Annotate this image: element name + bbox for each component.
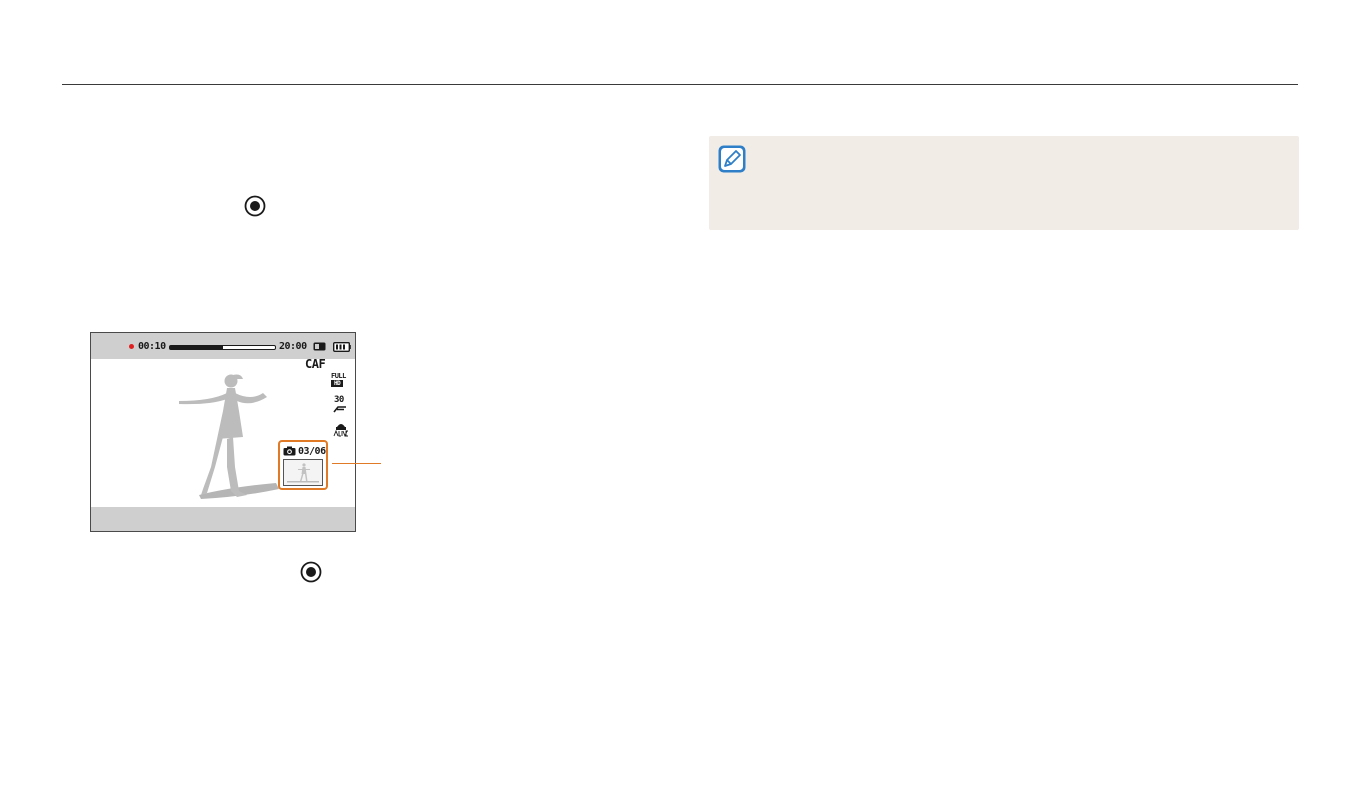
recording-time: 00:10: [138, 341, 166, 352]
frame-rate-icon: [333, 406, 346, 413]
record-indicator-icon: [129, 344, 134, 349]
header-rule: [62, 84, 1298, 85]
capture-count: 03/06: [298, 446, 326, 457]
thumbnail-figure-image: [287, 463, 319, 483]
battery-icon: [333, 342, 351, 352]
voice-alive-icon: [333, 424, 348, 437]
shutter-button-icon: [244, 195, 266, 217]
shutter-button-icon: [300, 561, 322, 583]
dancer-silhouette-illustration: [179, 374, 279, 499]
remaining-time: 20:00: [279, 341, 307, 352]
resolution-hd-badge: HD: [331, 380, 344, 387]
camera-screen: 00:10 20:00 CAF FULL HD 30 03/06: [90, 332, 356, 532]
focus-mode-label: CAF: [305, 357, 326, 371]
captured-photos-indicator: 03/06: [278, 440, 328, 490]
note-box: [709, 136, 1299, 230]
bottom-bar: [91, 507, 355, 531]
callout-line: [332, 463, 381, 464]
note-pencil-icon: [718, 145, 746, 173]
camera-icon: [283, 446, 296, 456]
resolution-label: FULL: [331, 372, 346, 380]
frame-rate-label: 30: [334, 395, 344, 405]
recording-progress-bar: [169, 345, 276, 350]
recording-progress-fill: [170, 346, 223, 349]
memory-card-icon: [313, 342, 326, 351]
captured-photo-thumbnail: [283, 459, 323, 486]
